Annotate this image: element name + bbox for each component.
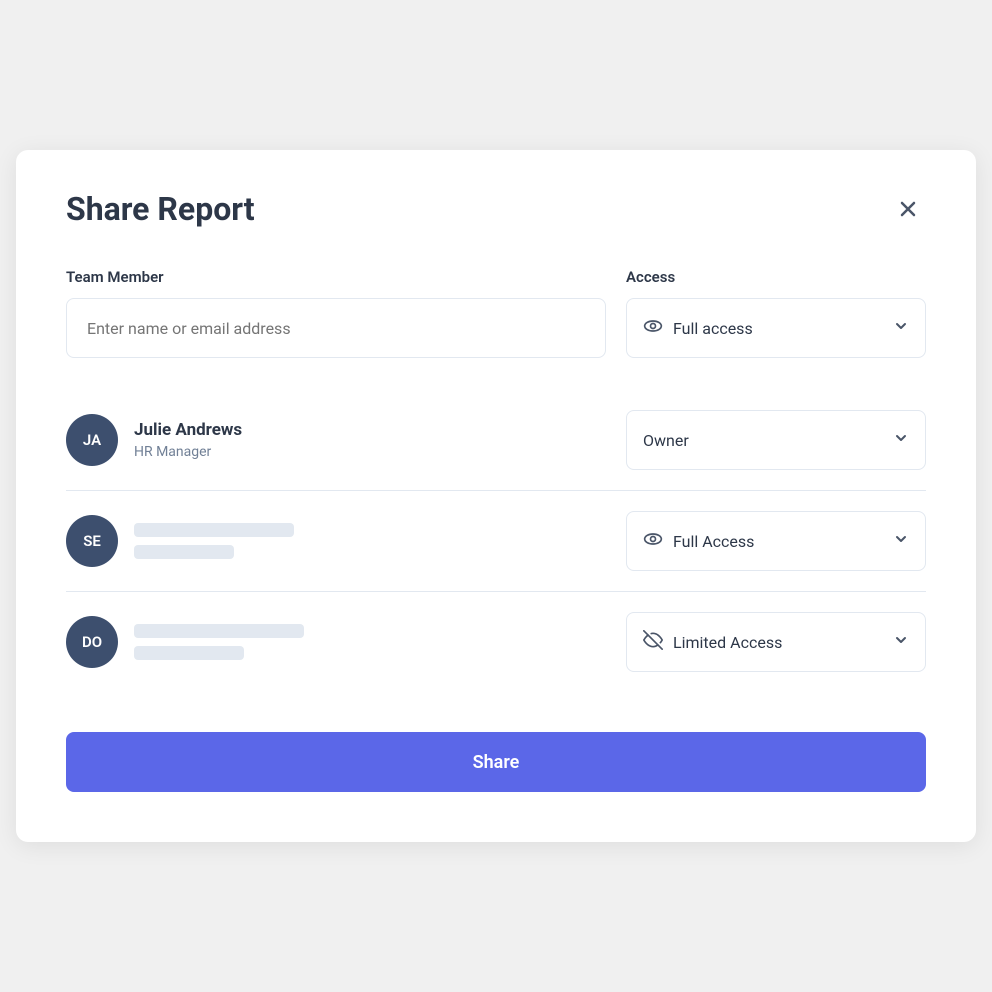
modal-title: Share Report (66, 190, 255, 228)
member-access-select-inner: Limited Access (643, 630, 883, 655)
chevron-down-icon (893, 632, 909, 652)
skeleton-member-details (134, 523, 294, 559)
share-report-modal: Share Report Team Member Access (16, 150, 976, 842)
input-access-label: Full access (673, 319, 753, 338)
member-access-label: Limited Access (673, 633, 782, 652)
chevron-down-icon (893, 430, 909, 450)
member-access-select-wrapper: Owner (626, 410, 926, 470)
member-access-label: Owner (643, 431, 689, 450)
member-access-select[interactable]: Owner (626, 410, 926, 470)
member-access-select-inner: Owner (643, 431, 883, 450)
member-row: SE Full Access (66, 491, 926, 592)
member-row: DO Limited Access (66, 592, 926, 692)
input-access-select-wrapper: Full access (626, 298, 926, 358)
close-icon (896, 197, 920, 221)
member-info: JA Julie Andrews HR Manager (66, 414, 606, 466)
member-role: HR Manager (134, 444, 242, 460)
skeleton-line (134, 545, 234, 559)
member-info: DO (66, 616, 606, 668)
avatar: JA (66, 414, 118, 466)
eye-icon (643, 529, 663, 554)
share-button[interactable]: Share (66, 732, 926, 792)
member-name: Julie Andrews (134, 420, 242, 440)
member-row: JA Julie Andrews HR Manager Owner (66, 390, 926, 491)
add-member-row: Full access (66, 298, 926, 358)
input-access-select[interactable]: Full access (626, 298, 926, 358)
eye-icon (643, 316, 663, 341)
member-access-select-wrapper: Limited Access (626, 612, 926, 672)
team-member-column-header: Team Member (66, 268, 606, 286)
skeleton-member-details (134, 624, 304, 660)
eye-off-icon (643, 630, 663, 655)
access-column-header: Access (626, 268, 926, 286)
member-access-label: Full Access (673, 532, 754, 551)
member-details: Julie Andrews HR Manager (134, 420, 242, 460)
skeleton-line (134, 523, 294, 537)
input-access-select-inner: Full access (643, 316, 883, 341)
modal-header: Share Report (66, 190, 926, 228)
member-access-select-wrapper: Full Access (626, 511, 926, 571)
avatar: SE (66, 515, 118, 567)
skeleton-line (134, 646, 244, 660)
chevron-down-icon (893, 531, 909, 551)
member-access-select[interactable]: Full Access (626, 511, 926, 571)
avatar: DO (66, 616, 118, 668)
member-name-input[interactable] (66, 298, 606, 358)
chevron-down-icon (893, 318, 909, 338)
close-button[interactable] (890, 191, 926, 227)
member-info: SE (66, 515, 606, 567)
member-access-select[interactable]: Limited Access (626, 612, 926, 672)
member-access-select-inner: Full Access (643, 529, 883, 554)
column-headers: Team Member Access (66, 268, 926, 286)
skeleton-line (134, 624, 304, 638)
